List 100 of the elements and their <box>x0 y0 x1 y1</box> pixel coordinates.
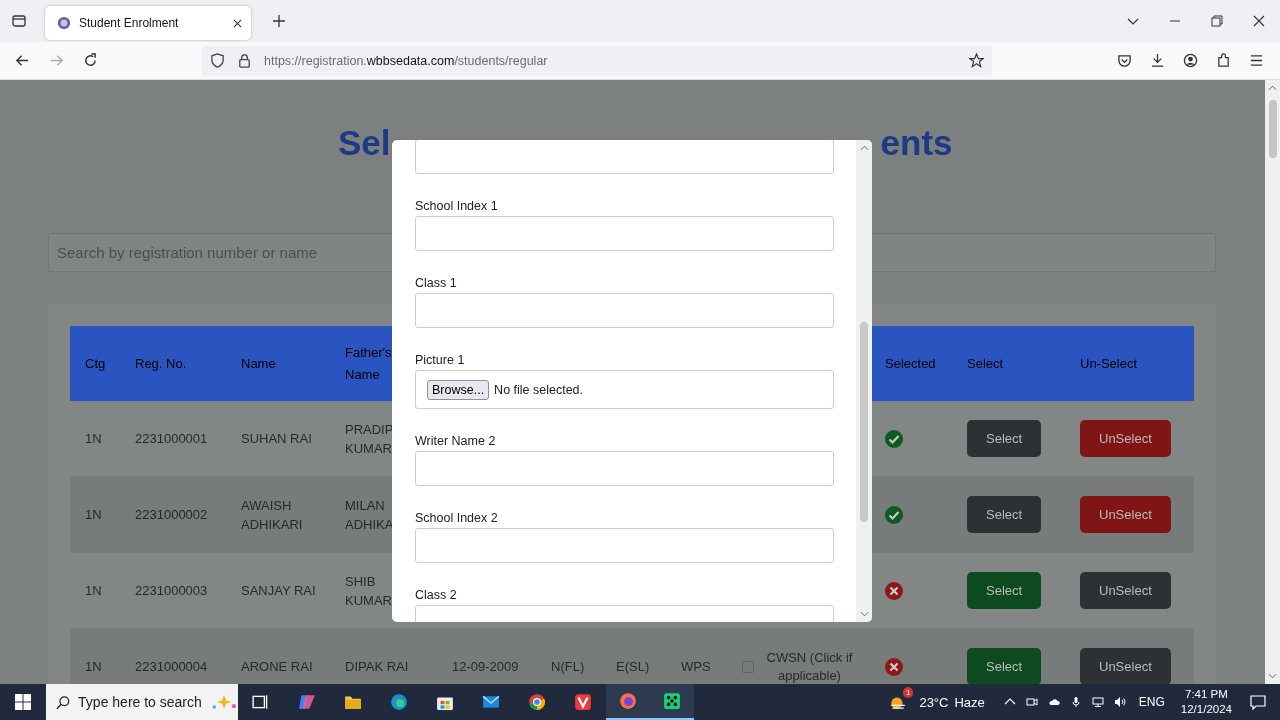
browser-icon[interactable] <box>390 693 408 711</box>
mail-icon[interactable] <box>482 693 500 711</box>
unselect-button[interactable]: UnSelect <box>1080 496 1171 533</box>
table-cell-text: 1N <box>84 506 103 524</box>
field-label: School Index 1 <box>415 198 499 214</box>
weather-condition: Haze <box>954 694 985 710</box>
firefox-taskbar-button[interactable] <box>606 684 650 720</box>
column-header: Father's Name <box>344 343 393 384</box>
app-icon <box>663 692 681 710</box>
scroll-up-icon[interactable] <box>1268 85 1277 91</box>
network-icon[interactable] <box>1091 696 1104 708</box>
select-button[interactable]: Select <box>967 648 1042 684</box>
select-button[interactable]: Select <box>967 496 1042 533</box>
field-label: Writer Name 2 <box>415 433 497 449</box>
scrollbar-thumb[interactable] <box>860 322 868 522</box>
table-cell-text: PRADIP KUMAR <box>344 420 393 458</box>
table-cell-text: SUHAN RAI <box>240 430 313 448</box>
menu-icon[interactable] <box>1249 53 1264 68</box>
restore-icon[interactable] <box>1211 15 1223 27</box>
table-cell-text: ARONE RAI <box>240 658 314 676</box>
table-cell-text: WPS <box>680 658 712 676</box>
notification-icon[interactable] <box>1250 694 1266 710</box>
site-logo-icon <box>57 16 71 30</box>
close-icon[interactable] <box>1253 15 1265 27</box>
cloud-icon[interactable] <box>1047 696 1060 708</box>
table-cell-text: MILAN ADHIKA <box>344 496 393 534</box>
column-header: Un-Select <box>1079 354 1139 373</box>
temperature: 23°C <box>919 694 949 710</box>
time: 7:41 PM <box>1185 687 1228 702</box>
chrome-icon[interactable] <box>528 693 546 711</box>
table-cell-text: 2231000001 <box>134 430 209 448</box>
close-icon[interactable] <box>233 18 242 28</box>
column-header: Selected <box>884 354 937 373</box>
app-taskbar-button[interactable] <box>650 684 694 720</box>
select-button[interactable]: Select <box>967 572 1042 609</box>
scrollbar[interactable] <box>856 140 872 622</box>
reload-icon[interactable] <box>83 53 98 68</box>
windows-start-icon[interactable] <box>15 694 31 710</box>
table-cell-text: 2231000003 <box>134 582 209 600</box>
table-cell-text: 1N <box>84 658 103 676</box>
column-header: Ctg <box>84 354 107 373</box>
speaker-icon[interactable] <box>1113 696 1126 708</box>
input-field[interactable] <box>415 293 834 328</box>
table-cell-text: 2231000004 <box>134 658 209 676</box>
field-label: Class 2 <box>415 587 458 603</box>
browser-tab[interactable]: Student Enrolment <box>45 6 251 40</box>
unselect-button[interactable]: UnSelect <box>1080 572 1171 609</box>
browse-button[interactable]: Browse... <box>427 379 490 400</box>
table-cell-text: 2231000002 <box>134 506 209 524</box>
table-cell-text: AWAISH ADHIKARI <box>240 496 304 534</box>
scroll-down-icon[interactable] <box>859 611 869 617</box>
lock-icon[interactable] <box>237 53 252 68</box>
address-bar[interactable]: https://registration.wbbsedata.com/students/regular <box>202 45 992 76</box>
file-status: No file selected. <box>494 382 584 397</box>
column-header: Select <box>966 354 1005 373</box>
input-field[interactable] <box>415 140 834 174</box>
date: 12/1/2024 <box>1180 702 1232 717</box>
file-input[interactable]: Browse... No file selected. <box>415 370 834 409</box>
folder-icon[interactable] <box>344 693 362 711</box>
unselect-button[interactable]: UnSelect <box>1080 648 1171 684</box>
input-field[interactable] <box>415 451 834 486</box>
table-cell-text: 1N <box>84 582 103 600</box>
select-button[interactable]: Select <box>967 420 1042 457</box>
microphone-icon[interactable] <box>1069 696 1082 708</box>
pocket-icon[interactable] <box>1117 53 1132 68</box>
copilot-icon[interactable] <box>298 693 316 711</box>
new-tab-icon[interactable] <box>273 15 285 27</box>
unselect-button[interactable]: UnSelect <box>1080 420 1171 457</box>
table-cell-text: 1N <box>84 430 103 448</box>
column-header: Name <box>240 354 277 373</box>
star-icon[interactable] <box>969 53 984 68</box>
table-cell-text: E(SL) <box>615 658 651 676</box>
scroll-up-icon[interactable] <box>859 145 869 151</box>
tab-title: Student Enrolment <box>79 16 180 30</box>
scroll-down-icon[interactable] <box>1268 673 1277 679</box>
account-icon[interactable] <box>1183 53 1198 68</box>
field-label: Picture 1 <box>415 352 466 368</box>
tab-list-icon[interactable] <box>11 13 27 29</box>
notification-badge: 1 <box>902 687 914 698</box>
search-icon <box>56 694 71 710</box>
download-icon[interactable] <box>1150 53 1165 68</box>
search-placeholder: Type here to search <box>78 694 202 710</box>
shield-icon[interactable] <box>210 53 225 68</box>
field-label: Class 1 <box>415 275 458 291</box>
scrollbar-thumb[interactable] <box>1268 100 1277 158</box>
column-header: Reg. No. <box>134 354 188 373</box>
vivaldi-icon[interactable] <box>574 693 592 711</box>
input-field[interactable] <box>415 528 834 563</box>
task-view-icon[interactable] <box>252 693 270 711</box>
back-icon[interactable] <box>15 53 30 68</box>
table-cell-text: 12-09-2009 <box>451 658 520 676</box>
language-indicator[interactable]: ENG <box>1138 695 1165 709</box>
checkbox[interactable] <box>742 660 754 673</box>
taskbar-search-field[interactable]: Type here to search <box>46 684 238 720</box>
table-cell-text: N(FL) <box>550 658 586 676</box>
scrollbar[interactable] <box>1265 80 1280 684</box>
clock[interactable]: 7:41 PM 12/1/2024 <box>1180 687 1232 717</box>
input-field[interactable] <box>415 216 834 251</box>
field-label: School Index 2 <box>415 510 499 526</box>
page-title: Sel <box>338 123 391 163</box>
